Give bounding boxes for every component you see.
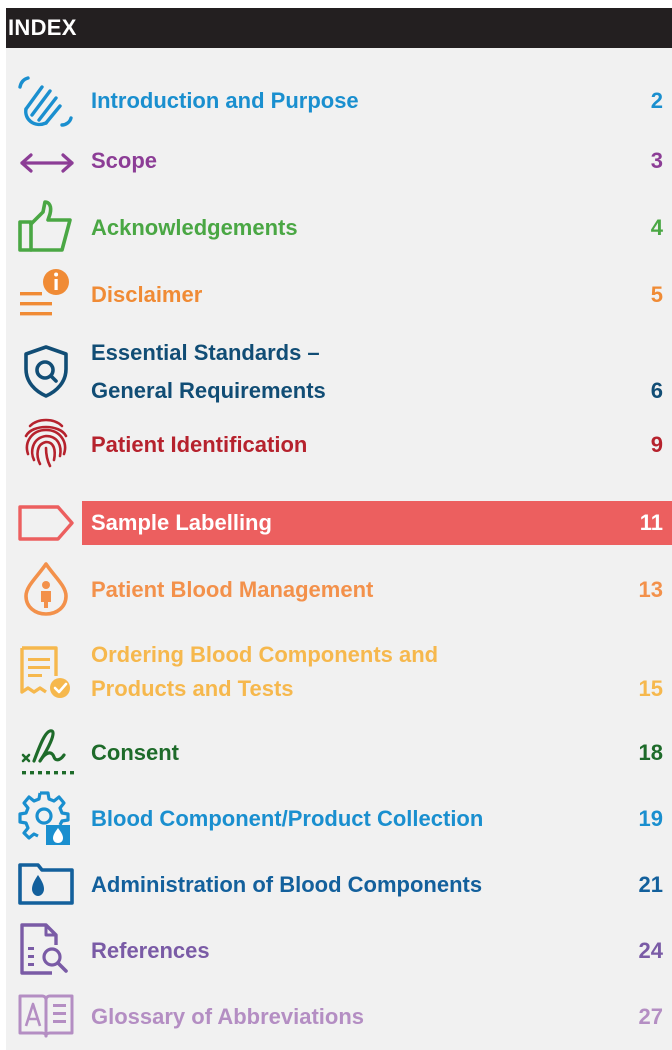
entry-page-number: 3 [650,148,663,173]
info-lines-icon [16,262,76,322]
entry-page-number: 11 [639,510,663,535]
hand-wave-icon [16,73,76,133]
gear-drop-icon [16,787,76,847]
index-entry-glossary[interactable]: Glossary of Abbreviations 27 [6,984,672,1048]
entry-label: References [91,938,210,963]
index-entry-patient-identification[interactable]: Patient Identification 9 [6,412,672,480]
index-entry-essential-standards[interactable]: Essential Standards – General Requiremen… [6,333,672,413]
entry-label: Acknowledgements [91,215,298,240]
index-entry-consent[interactable]: Consent 18 [6,719,672,787]
index-page: INDEX Introduction and Purpose 2 Scope 3… [0,0,672,1050]
entry-label-line-2: Products and Tests [91,676,294,701]
index-entry-introduction[interactable]: Introduction and Purpose 2 [6,71,672,135]
blood-drop-person-icon [16,558,76,618]
index-entry-scope[interactable]: Scope 3 [6,131,672,195]
entry-page-number: 18 [638,740,663,765]
document-search-icon [16,919,76,979]
entry-label-line-2: General Requirements [91,378,326,403]
entry-label: Patient Blood Management [91,577,374,602]
entry-page-number: 21 [638,872,663,897]
entry-label: Glossary of Abbreviations [91,1004,365,1029]
entry-label: Sample Labelling [91,510,272,535]
entry-page-number: 19 [638,806,663,831]
entry-label: Blood Component/Product Collection [91,806,484,831]
thumbs-up-icon [16,196,76,256]
fingerprint-icon [16,412,76,472]
entry-label-line-1: Ordering Blood Components and [91,642,439,667]
index-entry-sample-labelling[interactable]: Sample Labelling 11 [6,501,672,545]
entry-label: Disclaimer [91,282,203,307]
entry-label-line-1: Essential Standards – [91,340,320,365]
signature-icon [16,723,76,783]
double-arrow-icon [16,133,76,193]
index-entry-administration-blood-components[interactable]: Administration of Blood Components 21 [6,851,672,919]
entry-label: Administration of Blood Components [91,872,483,897]
book-icon [16,984,76,1044]
entry-label: Patient Identification [91,432,308,457]
document-check-icon [16,642,76,702]
entry-page-number: 9 [650,432,663,457]
index-entry-references[interactable]: References 24 [6,917,672,985]
tag-icon [16,493,76,553]
folder-drop-icon [16,853,76,913]
entry-page-number: 4 [650,215,663,240]
entry-label: Scope [91,148,158,173]
index-entry-ordering-blood-components[interactable]: Ordering Blood Components and Products a… [6,636,672,716]
entry-page-number: 2 [650,88,663,113]
entry-label: Consent [91,740,179,765]
entry-page-number: 24 [638,938,663,963]
index-header: INDEX [6,8,672,48]
index-entry-disclaimer[interactable]: Disclaimer 5 [6,260,672,328]
index-entry-patient-blood-management[interactable]: Patient Blood Management 13 [6,556,672,624]
entry-page-number: 5 [650,282,663,307]
index-entry-acknowledgements[interactable]: Acknowledgements 4 [6,192,672,260]
index-title: INDEX [8,15,77,40]
index-entry-blood-component-collection[interactable]: Blood Component/Product Collection 19 [6,785,672,853]
entry-page-number: 13 [638,577,663,602]
entry-label: Introduction and Purpose [91,88,359,113]
shield-search-icon [16,341,76,401]
entry-page-number: 6 [650,378,663,403]
entry-page-number: 27 [638,1004,663,1029]
entry-page-number: 15 [638,676,663,701]
